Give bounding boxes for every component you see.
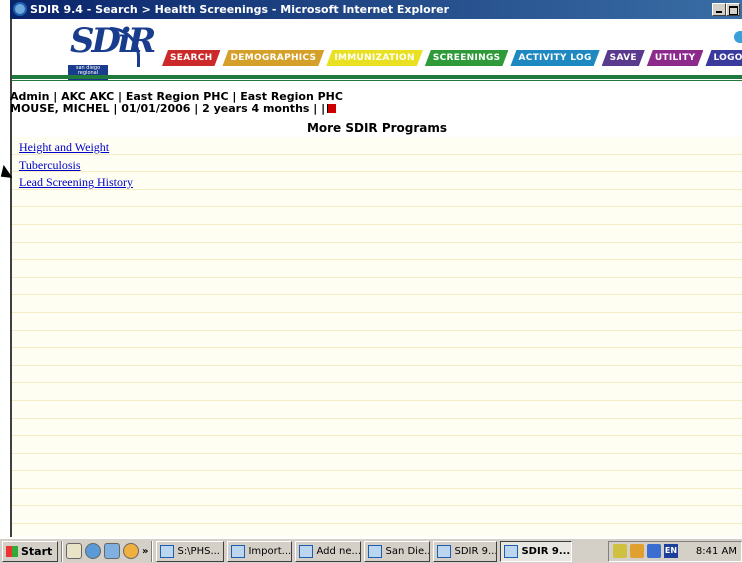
- taskbar-task[interactable]: SDIR 9...: [433, 540, 498, 562]
- content-row: [12, 489, 742, 507]
- content-row: [12, 348, 742, 366]
- tab-activity-log[interactable]: Activity Log: [510, 50, 599, 66]
- main-nav: Search Demographics Immunization Screenings…: [162, 50, 742, 66]
- internet-explorer-icon: [13, 2, 27, 16]
- content-row: [12, 366, 742, 384]
- tab-demographics[interactable]: Demographics: [222, 50, 324, 66]
- content-area: Height and Weight Tuberculosis Lead Screen…: [12, 137, 742, 537]
- window-titlebar[interactable]: SDIR 9.4 - Search > Health Screenings - …: [10, 0, 742, 19]
- program-link[interactable]: Lead Screening History: [19, 175, 133, 189]
- content-row: [12, 436, 742, 454]
- content-row: [12, 419, 742, 437]
- content-row: Tuberculosis: [12, 155, 742, 173]
- content-row: [12, 260, 742, 278]
- task-label: San Die...: [385, 545, 431, 557]
- taskbar-task[interactable]: S:\PHS...: [156, 540, 225, 562]
- header-divider-thin: [12, 80, 742, 81]
- content-row: [12, 331, 742, 349]
- windows-logo-icon: [6, 545, 18, 557]
- task-app-icon: [299, 544, 314, 558]
- flag-icon[interactable]: [327, 104, 337, 113]
- task-app-icon: [231, 544, 246, 558]
- tab-immunization[interactable]: Immunization: [326, 50, 423, 66]
- media-icon[interactable]: [123, 543, 139, 559]
- minimize-button[interactable]: [712, 3, 726, 16]
- task-buttons: S:\PHS... Import... Add ne... San Die... SDI…: [156, 540, 573, 562]
- volume-icon[interactable]: [613, 544, 627, 558]
- taskbar-task[interactable]: SDIR 9...: [500, 540, 573, 562]
- screen: SDIR 9.4 - Search > Health Screenings - …: [0, 0, 742, 563]
- tab-save[interactable]: Save: [602, 50, 645, 66]
- content-row: [12, 295, 742, 313]
- task-label: SDIR 9...: [521, 545, 571, 557]
- network-icon[interactable]: [630, 544, 644, 558]
- monitor-icon[interactable]: [647, 544, 661, 558]
- language-indicator[interactable]: EN: [664, 544, 678, 558]
- taskbar-task[interactable]: Add ne...: [295, 540, 362, 562]
- taskbar: Start » S:\PHS... Import... Add ne... San D…: [0, 538, 742, 563]
- task-label: Import...: [248, 545, 292, 557]
- taskbar-task[interactable]: Import...: [227, 540, 293, 562]
- task-label: S:\PHS...: [177, 545, 220, 557]
- task-app-icon: [504, 544, 519, 558]
- content-row: [12, 313, 742, 331]
- user-info-line2: MOUSE, MICHEL | 01/01/2006 | 2 years 4 m…: [10, 102, 326, 115]
- user-info: Admin | AKC AKC | East Region PHC | East…: [10, 91, 343, 115]
- task-label: SDIR 9...: [454, 545, 498, 557]
- system-tray: EN 8:41 AM: [608, 540, 742, 562]
- quicklaunch-chevron[interactable]: »: [142, 546, 148, 557]
- internet-explorer-icon[interactable]: [85, 543, 101, 559]
- help-icon[interactable]: [734, 31, 742, 43]
- content-row: [12, 454, 742, 472]
- taskbar-separator: [61, 540, 63, 562]
- task-app-icon: [160, 544, 175, 558]
- content-row: [12, 225, 742, 243]
- content-row: [12, 401, 742, 419]
- start-button[interactable]: Start: [2, 540, 58, 562]
- maximize-button[interactable]: [726, 3, 740, 16]
- task-label: Add ne...: [316, 545, 362, 557]
- clock[interactable]: 8:41 AM: [696, 546, 737, 557]
- tab-search[interactable]: Search: [162, 50, 220, 66]
- content-row: [12, 243, 742, 261]
- content-row: Height and Weight: [12, 137, 742, 155]
- app-header: SDiR san diego regional immunization reg…: [12, 19, 742, 91]
- content-row: [12, 471, 742, 489]
- tab-screenings[interactable]: Screenings: [425, 50, 509, 66]
- taskbar-separator: [151, 540, 154, 562]
- content-row: [12, 278, 742, 296]
- outlook-icon[interactable]: [104, 543, 120, 559]
- taskbar-task[interactable]: San Die...: [364, 540, 431, 562]
- start-label: Start: [21, 544, 53, 558]
- content-row: Lead Screening History: [12, 172, 742, 190]
- task-app-icon: [437, 544, 452, 558]
- show-desktop-icon[interactable]: [66, 543, 82, 559]
- window-title: SDIR 9.4 - Search > Health Screenings - …: [30, 3, 450, 16]
- program-link[interactable]: Height and Weight: [19, 140, 109, 154]
- content-row: [12, 190, 742, 208]
- content-row: [12, 383, 742, 401]
- tab-logout[interactable]: Logout: [705, 50, 742, 66]
- content-row: [12, 506, 742, 525]
- task-app-icon: [368, 544, 383, 558]
- program-link[interactable]: Tuberculosis: [19, 158, 81, 172]
- tab-utility[interactable]: Utility: [647, 50, 704, 66]
- page-title: More SDIR Programs: [306, 121, 448, 135]
- header-divider: [12, 75, 742, 79]
- content-row: [12, 207, 742, 225]
